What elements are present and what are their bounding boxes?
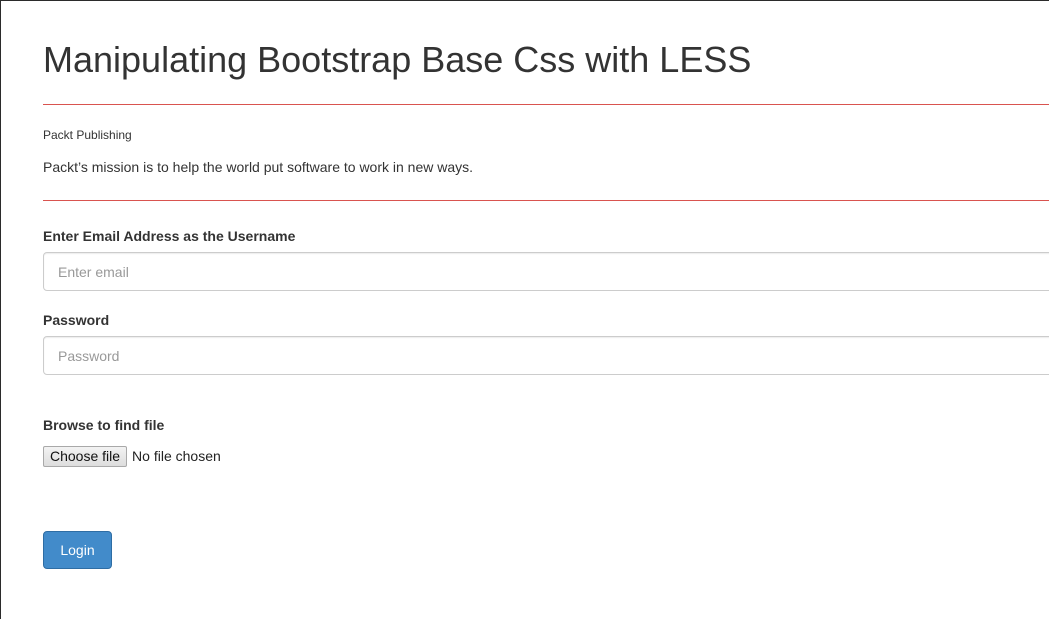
page-frame: Manipulating Bootstrap Base Css with LES… <box>0 0 1049 619</box>
email-label: Enter Email Address as the Username <box>43 228 296 244</box>
login-button[interactable]: Login <box>43 531 112 569</box>
page-title: Manipulating Bootstrap Base Css with LES… <box>43 39 752 80</box>
password-field[interactable] <box>43 336 1049 375</box>
password-label: Password <box>43 312 110 328</box>
title-divider <box>43 104 1049 105</box>
file-status: No file chosen <box>132 448 221 464</box>
header-divider <box>43 200 1049 201</box>
choose-file-button[interactable]: Choose file <box>43 445 128 467</box>
email-field[interactable] <box>43 252 1049 291</box>
file-input: Choose file No file chosen <box>43 445 221 467</box>
mission-statement: Packt’s mission is to help the world put… <box>43 159 474 175</box>
file-label: Browse to find file <box>43 417 165 433</box>
publisher-name: Packt Publishing <box>43 128 132 142</box>
